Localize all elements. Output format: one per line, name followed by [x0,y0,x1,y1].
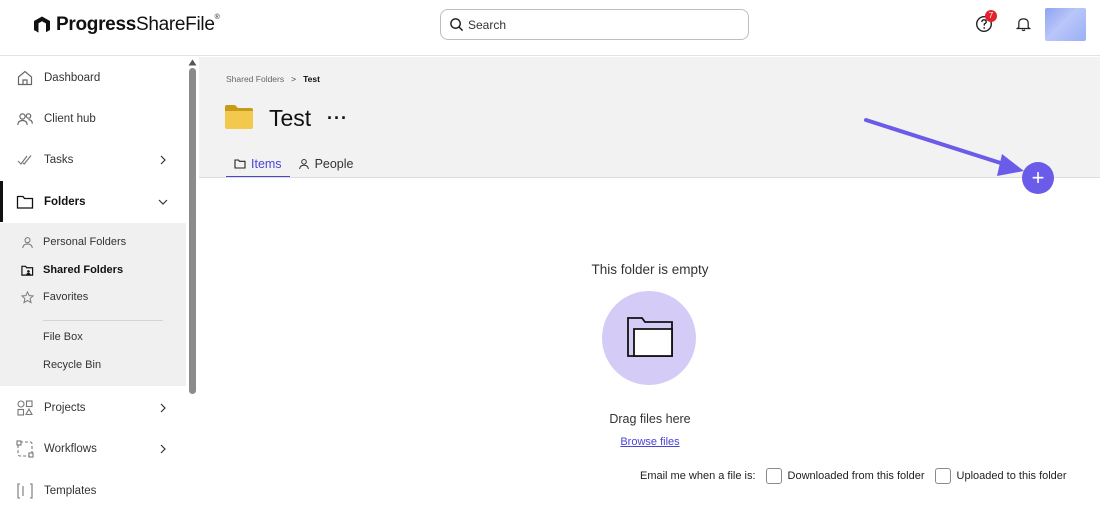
people-icon [17,112,33,125]
sidebar-item-label: Workflows [44,442,97,455]
sidebar-subitem-personal-folders[interactable]: Personal Folders [0,229,186,255]
folder-outline-icon [234,159,246,169]
tab-items[interactable]: Items [226,150,290,178]
folder-outline-icon [627,317,673,357]
submenu-divider [43,320,163,321]
breadcrumb-separator: > [291,74,297,84]
folders-submenu: Personal Folders Shared Folders Favorite… [0,223,186,386]
sidebar-item-client-hub[interactable]: Client hub [0,98,186,139]
chevron-down-icon [158,199,168,205]
notification-count-badge: 7 [985,10,997,22]
tab-label: Items [251,157,282,171]
sidebar-subitem-favorites[interactable]: Favorites [0,284,186,310]
downloaded-option-label: Downloaded from this folder [787,470,925,482]
sidebar-item-label: Templates [44,484,97,497]
sidebar-item-tasks[interactable]: Tasks [0,139,186,180]
downloaded-option: Downloaded from this folder [765,468,925,484]
tab-label: People [314,157,354,171]
annotation-arrow [864,118,1024,176]
search-icon [450,18,464,32]
breadcrumb-current: Test [303,74,320,84]
sidebar-item-workflows[interactable]: Workflows [0,428,186,469]
progress-logo-icon [34,16,50,33]
sidebar-subitem-label: Shared Folders [43,264,124,276]
uploaded-option-label: Uploaded to this folder [956,470,1067,482]
sidebar-item-label: Client hub [44,112,96,125]
sidebar-item-projects[interactable]: Projects [0,387,186,428]
sidebar-item-label: Dashboard [44,71,101,84]
sidebar: Dashboard Client hub Tasks Folders Perso… [0,57,198,521]
sidebar-scrollbar-thumb[interactable] [189,68,196,394]
breadcrumb-shared-folders[interactable]: Shared Folders [226,74,284,84]
uploaded-option: Uploaded to this folder [934,468,1067,484]
sidebar-item-label: Tasks [44,153,74,166]
sidebar-subitem-label: File Box [43,331,83,343]
chevron-right-icon [160,155,166,164]
more-options-button[interactable]: ··· [327,108,348,129]
folder-icon [16,195,34,209]
shapes-icon [17,399,33,416]
workflow-icon [16,439,34,458]
top-bar: ProgressShareFile® 7 [0,0,1100,56]
template-icon [17,482,33,499]
sharefile-logo[interactable]: ProgressShareFile® [32,13,220,37]
search-input[interactable] [468,17,728,32]
sidebar-item-label: Folders [44,195,86,208]
uploaded-checkbox[interactable] [934,468,951,484]
empty-folder-illustration [602,291,696,385]
sidebar-subitem-label: Favorites [43,291,89,303]
drag-files-text: Drag files here [609,412,691,426]
folder-tabs: Items People [226,150,362,178]
sidebar-item-templates[interactable]: Templates [0,470,186,511]
sidebar-item-dashboard[interactable]: Dashboard [0,57,186,98]
scroll-up-arrow-icon[interactable] [188,59,197,66]
chevron-right-icon [160,444,166,453]
add-button[interactable]: + [1022,162,1054,194]
shared-folder-icon [21,265,34,276]
sidebar-subitem-label: Personal Folders [43,236,127,248]
bell-icon[interactable] [1016,16,1031,32]
email-notify-row: Email me when a file is: Downloaded from… [640,467,1067,485]
sidebar-subitem-recycle-bin[interactable]: Recycle Bin [0,352,186,378]
folder-yellow-icon [225,105,253,129]
sidebar-subitem-file-box[interactable]: File Box [0,324,186,350]
downloaded-checkbox[interactable] [765,468,782,484]
sidebar-item-label: Projects [44,401,86,414]
breadcrumb: Shared Folders > Test [226,74,320,84]
star-icon [21,290,34,304]
search-box[interactable] [440,9,749,40]
brand-name-bold: Progress [56,14,136,35]
empty-state-title: This folder is empty [591,262,709,277]
user-avatar[interactable] [1045,8,1086,41]
tab-people[interactable]: People [290,150,362,178]
person-icon [22,236,33,248]
chevron-right-icon [160,403,166,412]
check-icon [17,154,32,165]
sidebar-item-folders[interactable]: Folders [0,181,186,222]
sidebar-subitem-shared-folders[interactable]: Shared Folders [0,257,186,283]
brand-name-rest: ShareFile [135,14,215,35]
sidebar-subitem-label: Recycle Bin [43,359,102,371]
page-title: Test [269,105,312,131]
browse-files-link[interactable]: Browse files [550,436,750,448]
home-icon [17,70,33,85]
person-icon [298,159,309,170]
email-notify-label: Email me when a file is: [640,470,756,482]
